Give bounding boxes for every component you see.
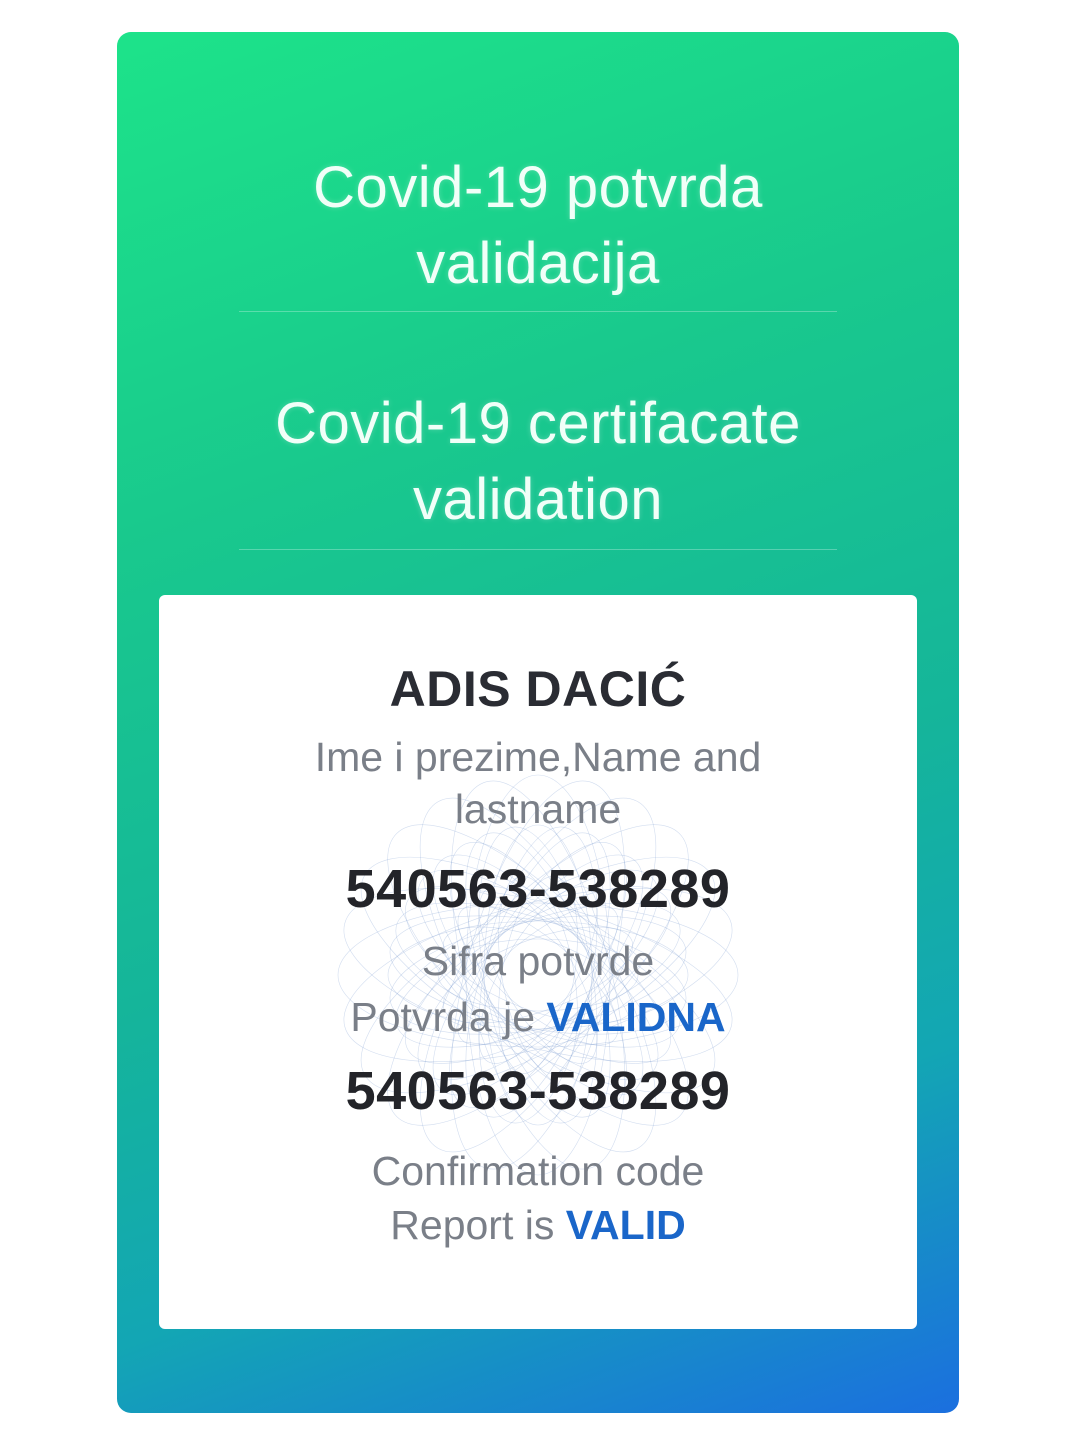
status-badge-local: VALIDNA	[546, 994, 726, 1040]
certificate-card: Covid-19 potvrda validacija Covid-19 cer…	[117, 32, 959, 1413]
name-caption: Ime i prezime,Name and lastname	[159, 731, 917, 835]
validation-panel: ADIS DACIĆ Ime i prezime,Name and lastna…	[159, 595, 917, 1329]
status-prefix-local: Potvrda je	[350, 994, 547, 1040]
name-caption-line-2: lastname	[454, 786, 622, 832]
title-english-line-1: Covid-19 certifacate	[275, 391, 801, 456]
title-english: Covid-19 certifacate validation	[117, 386, 959, 538]
status-badge-english: VALID	[565, 1202, 686, 1248]
title-local-line-2: validacija	[416, 231, 660, 296]
divider	[239, 549, 837, 550]
code-caption-english: Confirmation code	[371, 1148, 705, 1194]
status-local: Potvrda je VALIDNA	[159, 991, 917, 1043]
holder-name: ADIS DACIĆ	[389, 661, 687, 717]
confirmation-code-local: 540563-538289	[345, 859, 731, 919]
title-local: Covid-19 potvrda validacija	[117, 150, 959, 302]
confirmation-code-english: 540563-538289	[345, 1061, 731, 1121]
status-prefix-english: Report is	[390, 1202, 566, 1248]
status-english: Report is VALID	[159, 1199, 917, 1251]
title-english-line-2: validation	[412, 467, 664, 532]
name-caption-line-1: Ime i prezime,Name and	[314, 734, 762, 780]
divider	[239, 311, 837, 312]
code-caption-local: Sifra potvrde	[421, 938, 655, 984]
title-local-line-1: Covid-19 potvrda	[313, 155, 763, 220]
